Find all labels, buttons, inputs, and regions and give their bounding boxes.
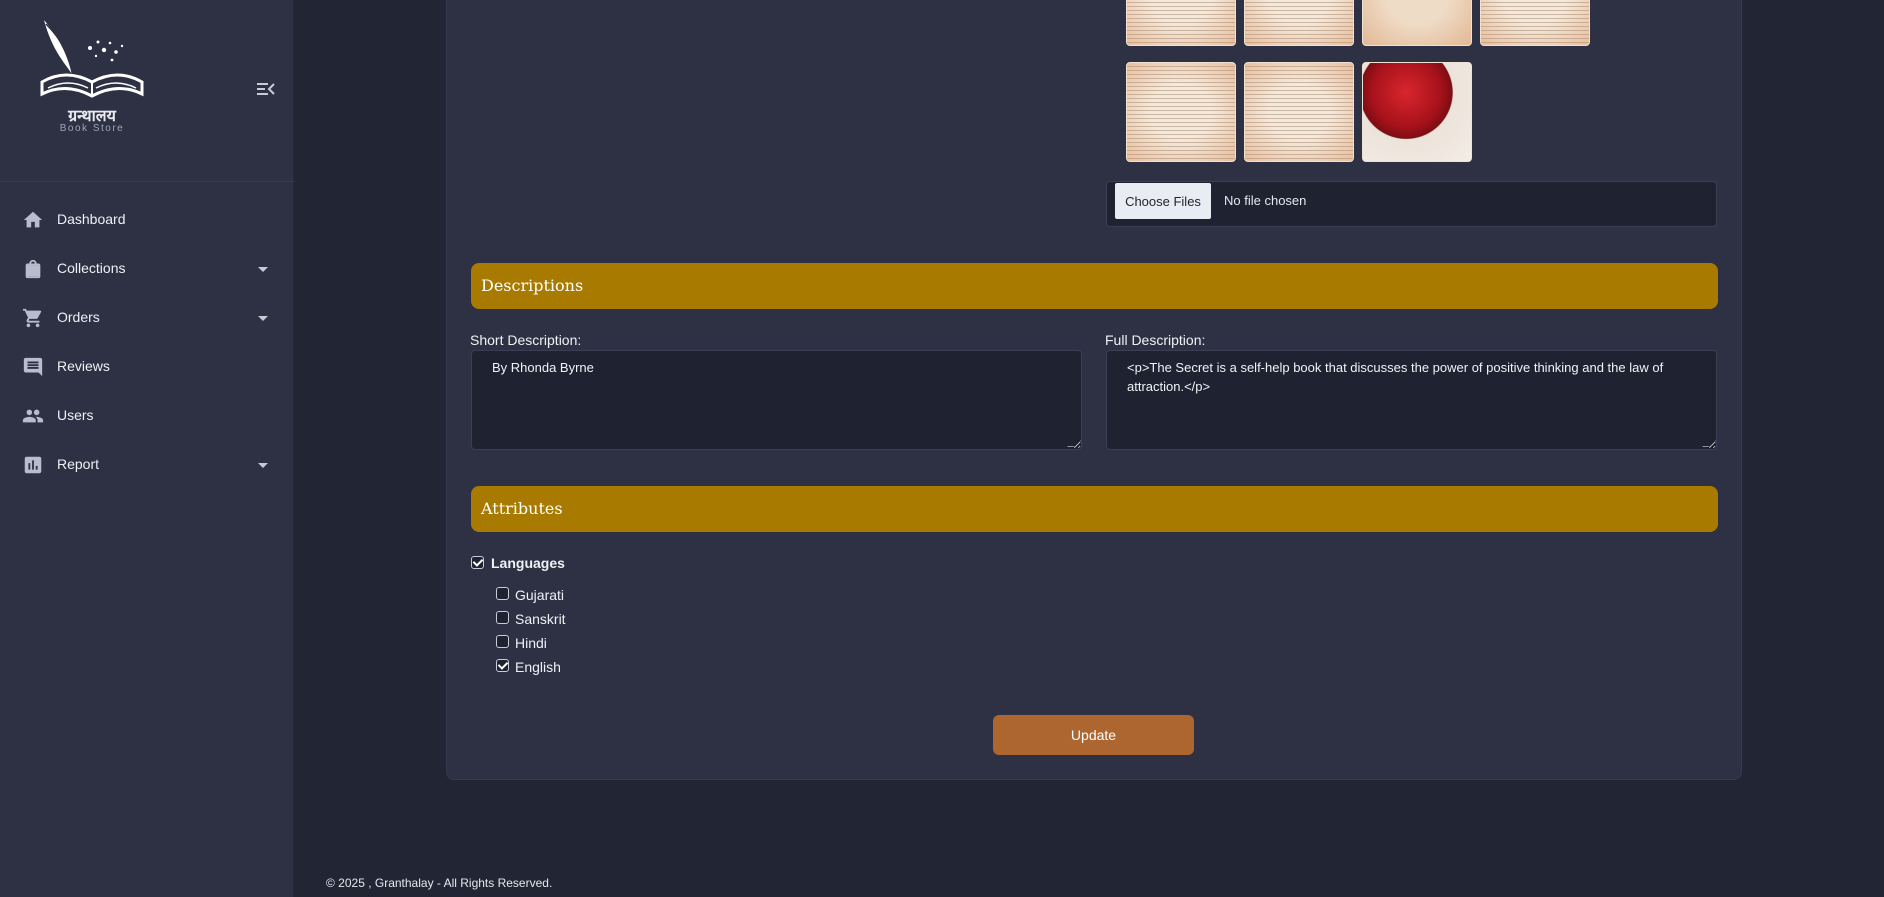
full-description-label: Full Description: [1105,332,1206,348]
languages-group-label[interactable]: Languages [491,555,565,571]
chevron-down-icon [258,316,268,321]
chevron-down-icon [258,267,268,272]
footer-copyright: © 2025 , Granthalay - All Rights Reserve… [326,876,553,890]
product-image-thumbnail[interactable] [1126,0,1236,46]
cart-icon [22,307,44,329]
product-image-thumbnail[interactable] [1126,62,1236,162]
section-title: Descriptions [481,276,584,295]
language-checkbox-gujarati[interactable] [496,587,509,600]
sidebar-item-label: Collections [57,260,126,276]
sidebar-item-orders[interactable]: Orders [0,293,294,342]
short-description-textarea[interactable]: By Rhonda Byrne [471,350,1082,450]
product-image-thumbnail[interactable] [1362,62,1472,162]
book-quill-logo-icon [40,20,144,98]
menu-collapse-icon[interactable] [256,80,276,98]
product-image-thumbnail[interactable] [1480,0,1590,46]
choose-files-button[interactable]: Choose Files [1115,183,1211,219]
language-label-gujarati[interactable]: Gujarati [515,587,564,603]
image-file-input[interactable]: Choose Files No file chosen [1106,181,1717,227]
attributes-section-header: Attributes [471,486,1718,532]
language-label-english[interactable]: English [515,659,561,675]
language-checkbox-english[interactable] [496,659,509,672]
sidebar-item-label: Orders [57,309,100,325]
sidebar-item-label: Users [57,407,94,423]
product-image-thumbnail[interactable] [1362,0,1472,46]
bar-chart-icon [22,454,44,476]
languages-group-checkbox[interactable] [471,556,484,569]
sidebar-item-dashboard[interactable]: Dashboard [0,195,294,244]
short-description-label: Short Description: [470,332,582,348]
descriptions-section-header: Descriptions [471,263,1718,309]
sidebar-item-label: Report [57,456,100,472]
sidebar-item-reviews[interactable]: Reviews [0,342,294,391]
brand-area: ग्रन्थालय Book Store [0,0,294,182]
shopping-bag-icon [22,258,44,280]
section-title: Attributes [481,499,563,518]
language-checkbox-hindi[interactable] [496,635,509,648]
sidebar-nav: Dashboard Collections Orders Reviews Use… [0,195,294,489]
users-icon [22,405,44,427]
sidebar-item-users[interactable]: Users [0,391,294,440]
sidebar-item-label: Reviews [57,358,110,374]
full-description-textarea[interactable]: <p>The Secret is a self-help book that d… [1106,350,1717,450]
brand-logo[interactable]: ग्रन्थालय Book Store [38,16,146,138]
sidebar-item-report[interactable]: Report [0,440,294,489]
language-checkbox-sanskrit[interactable] [496,611,509,624]
home-icon [22,209,44,231]
chevron-down-icon [258,463,268,468]
sidebar: ग्रन्थालय Book Store Dashboard Collectio… [0,0,294,897]
sidebar-item-label: Dashboard [57,211,126,227]
product-image-thumbnail[interactable] [1244,0,1354,46]
sidebar-item-collections[interactable]: Collections [0,244,294,293]
brand-tagline: Book Store [59,123,125,134]
language-label-hindi[interactable]: Hindi [515,635,547,651]
file-status-text: No file chosen [1224,193,1307,208]
update-button[interactable]: Update [993,715,1194,755]
comment-icon [22,356,44,378]
product-image-thumbnail[interactable] [1244,62,1354,162]
language-label-sanskrit[interactable]: Sanskrit [515,611,566,627]
